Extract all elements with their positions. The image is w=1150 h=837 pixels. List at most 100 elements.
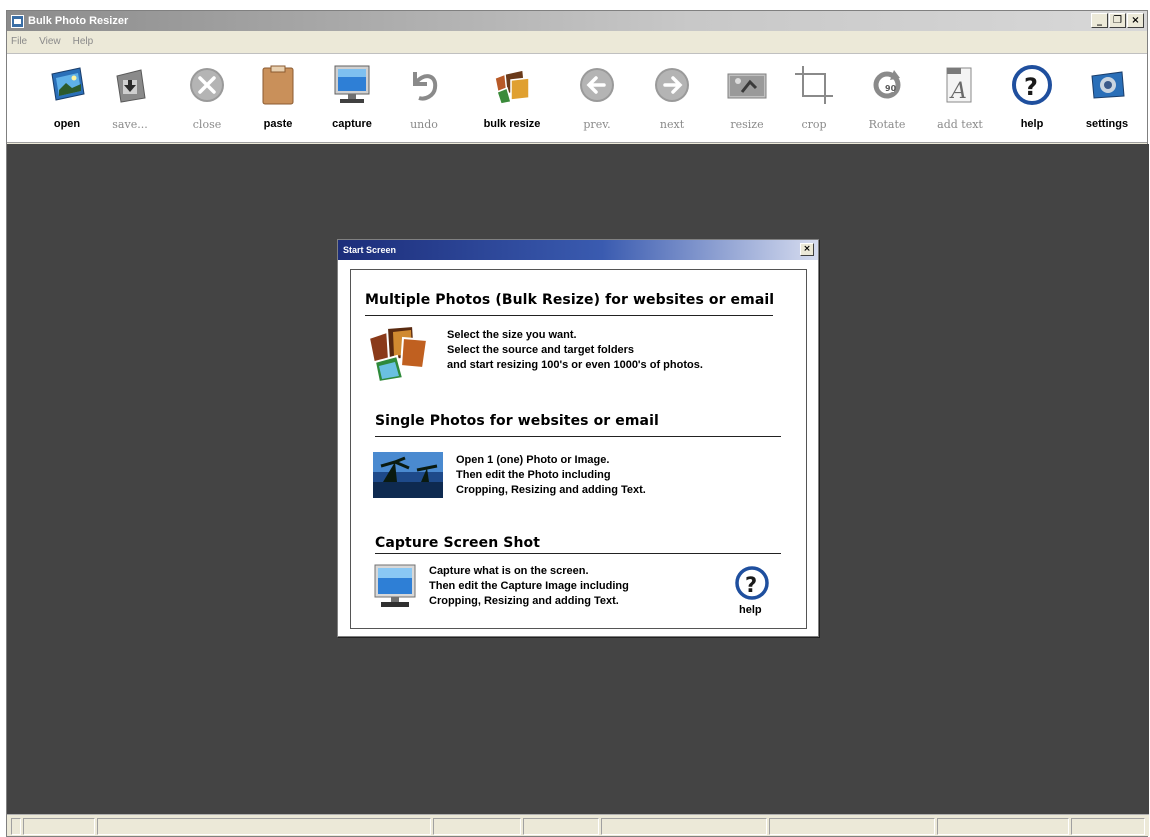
resize-photo-icon (726, 64, 768, 106)
restore-button[interactable]: ❐ (1109, 13, 1126, 28)
prev-label: prev. (583, 118, 611, 131)
capture-line-3: Cropping, Resizing and adding Text. (429, 595, 619, 607)
toolbar: open save... close paste capture undo bu… (7, 53, 1147, 143)
save-label: save... (112, 118, 148, 131)
open-button[interactable]: open (32, 54, 102, 142)
svg-text:?: ? (745, 573, 757, 597)
status-panel-7 (769, 818, 935, 835)
bulk-resize-label: bulk resize (483, 118, 541, 130)
capture-line-2: Then edit the Capture Image including (429, 580, 629, 592)
status-panel-5 (523, 818, 599, 835)
single-photos-line-1: Open 1 (one) Photo or Image. (456, 454, 610, 466)
dialog-help-icon[interactable]: ? (734, 565, 770, 606)
help-label: help (1020, 118, 1044, 130)
capture-button[interactable]: capture (317, 54, 387, 142)
crop-label: crop (801, 118, 827, 131)
close-window-button[interactable]: × (1127, 13, 1144, 28)
resize-label: resize (730, 118, 764, 131)
window-controls: _ ❐ × (1091, 13, 1144, 28)
dialog-title-bar[interactable]: Start Screen × (338, 240, 818, 260)
help-question-icon: ? (1011, 64, 1053, 106)
status-panel-9 (1071, 818, 1145, 835)
crop-icon (793, 64, 835, 106)
bulk-resize-rule (365, 315, 773, 316)
bulk-resize-line-3: and start resizing 100's or even 1000's … (447, 359, 703, 371)
capture-line-1: Capture what is on the screen. (429, 565, 589, 577)
open-label: open (53, 118, 81, 130)
undo-label: undo (410, 118, 438, 131)
paste-label: paste (263, 118, 293, 130)
status-panel-8 (937, 818, 1069, 835)
add-text-label: add text (937, 118, 983, 131)
close-button[interactable]: close (172, 54, 242, 142)
start-screen-dialog: Start Screen × Multiple Photos (Bulk Res… (337, 239, 819, 637)
menu-help[interactable]: Help (73, 36, 94, 47)
workspace: Start Screen × Multiple Photos (Bulk Res… (7, 144, 1149, 814)
app-icon (11, 14, 24, 28)
arrow-right-circle-icon (651, 64, 693, 106)
dialog-title: Start Screen (343, 245, 397, 255)
next-label: next (659, 118, 685, 131)
status-panel-6 (601, 818, 767, 835)
window-title: Bulk Photo Resizer (28, 15, 129, 27)
photo-stack-icon (491, 64, 533, 106)
rotate-button[interactable]: 90 Rotate (852, 54, 922, 142)
undo-arrow-icon (403, 64, 445, 106)
status-panel-2 (23, 818, 95, 835)
bulk-resize-heading[interactable]: Multiple Photos (Bulk Resize) for websit… (365, 292, 774, 308)
save-button[interactable]: save... (95, 54, 165, 142)
title-bar[interactable]: Bulk Photo Resizer _ ❐ × (7, 11, 1147, 31)
clipboard-icon (257, 64, 299, 106)
app-window: Bulk Photo Resizer _ ❐ × File View Help … (6, 10, 1149, 837)
settings-camera-icon (1086, 64, 1128, 106)
monitor-icon (331, 64, 373, 106)
settings-label: settings (1085, 118, 1129, 130)
settings-button[interactable]: settings (1072, 54, 1142, 142)
capture-rule (375, 553, 781, 554)
monitor-icon[interactable] (373, 563, 417, 614)
paste-button[interactable]: paste (243, 54, 313, 142)
single-photos-line-3: Cropping, Resizing and adding Text. (456, 484, 646, 496)
status-bar (7, 814, 1149, 836)
svg-text:?: ? (1024, 73, 1038, 101)
landscape-photo-icon[interactable] (373, 452, 443, 503)
dialog-content: Multiple Photos (Bulk Resize) for websit… (350, 269, 807, 629)
save-download-icon (109, 64, 151, 106)
resize-button[interactable]: resize (712, 54, 782, 142)
minimize-button[interactable]: _ (1091, 13, 1108, 28)
svg-text:A: A (949, 79, 967, 104)
rotate-label: Rotate (868, 118, 906, 131)
add-text-icon: A (939, 64, 981, 106)
menu-view[interactable]: View (39, 36, 61, 47)
next-button[interactable]: next (637, 54, 707, 142)
svg-text:90: 90 (885, 84, 897, 93)
prev-button[interactable]: prev. (562, 54, 632, 142)
arrow-left-circle-icon (576, 64, 618, 106)
dialog-close-button[interactable]: × (800, 243, 814, 256)
single-photos-rule (375, 436, 781, 437)
capture-label: capture (332, 118, 372, 130)
status-panel-1 (11, 818, 21, 835)
menu-bar: File View Help (7, 31, 1147, 51)
single-photos-description: Open 1 (one) Photo or Image. Then edit t… (456, 453, 646, 498)
open-folder-photo-icon (46, 64, 88, 106)
add-text-button[interactable]: A add text (925, 54, 995, 142)
menu-file[interactable]: File (11, 36, 27, 47)
capture-description: Capture what is on the screen. Then edit… (429, 564, 629, 609)
close-label: close (192, 118, 222, 131)
dialog-help-label[interactable]: help (739, 604, 762, 616)
single-photos-line-2: Then edit the Photo including (456, 469, 611, 481)
single-photos-heading[interactable]: Single Photos for websites or email (375, 413, 659, 429)
status-panel-3 (97, 818, 431, 835)
undo-button[interactable]: undo (389, 54, 459, 142)
bulk-resize-line-1: Select the size you want. (447, 329, 577, 341)
status-panel-4 (433, 818, 521, 835)
help-button[interactable]: ? help (997, 54, 1067, 142)
photo-stack-icon[interactable] (365, 324, 431, 387)
capture-heading[interactable]: Capture Screen Shot (375, 535, 540, 551)
close-circle-icon (186, 64, 228, 106)
crop-button[interactable]: crop (779, 54, 849, 142)
bulk-resize-line-2: Select the source and target folders (447, 344, 635, 356)
bulk-resize-description: Select the size you want. Select the sou… (447, 328, 703, 373)
bulk-resize-button[interactable]: bulk resize (477, 54, 547, 142)
